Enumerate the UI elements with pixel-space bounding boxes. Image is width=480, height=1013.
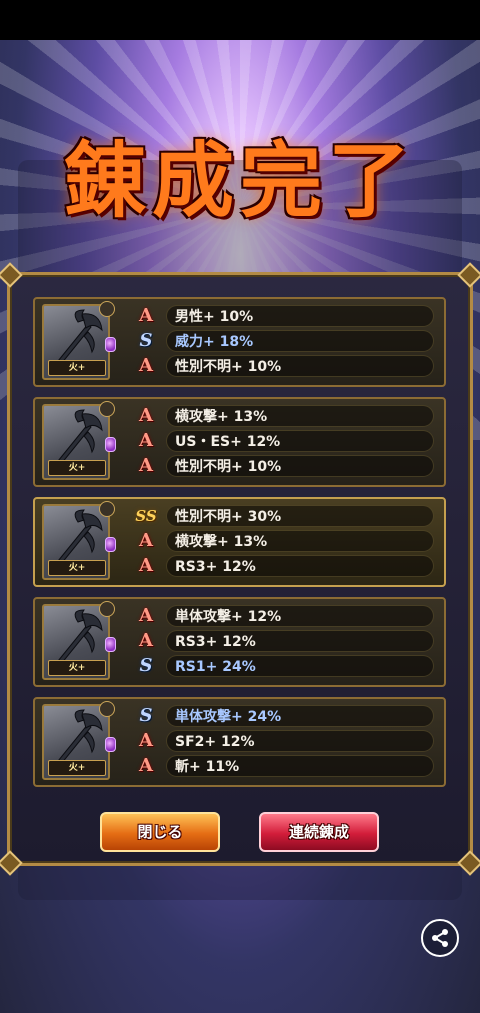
stat-text: SF2+ 12% bbox=[175, 734, 255, 750]
element-badge: 火+ bbox=[48, 760, 106, 776]
rank-badge: A bbox=[139, 755, 153, 776]
result-card: 火+ A 単体攻撃+ 12% A RS3+ 12% S RS1+ 24% bbox=[33, 597, 446, 687]
gem-icon bbox=[105, 637, 116, 652]
stat-text: 単体攻撃+ 12% bbox=[175, 609, 282, 625]
rank-badge: SS bbox=[135, 507, 157, 525]
stat-text: 横攻撃+ 13% bbox=[175, 409, 268, 425]
weapon-thumbnail: 火+ bbox=[42, 604, 110, 680]
result-banner: 錬成完了 bbox=[63, 133, 416, 229]
stat-line: 性別不明+ 10% bbox=[166, 455, 434, 477]
rank-badge: A bbox=[139, 555, 153, 576]
rank-badge: A bbox=[139, 530, 153, 551]
repeat-alchemy-button[interactable]: 連続錬成 bbox=[259, 812, 379, 852]
stat-text: 単体攻撃+ 24% bbox=[175, 709, 282, 725]
stat-text: 性別不明+ 10% bbox=[175, 459, 282, 475]
stat-text: 横攻撃+ 13% bbox=[175, 534, 268, 550]
rank-badge: A bbox=[139, 730, 153, 751]
stat-line: 性別不明+ 30% bbox=[166, 505, 434, 527]
rank-badge: S bbox=[139, 705, 153, 726]
rank-badge: A bbox=[139, 405, 153, 426]
stat-line: RS3+ 12% bbox=[166, 555, 434, 577]
stat-text: 威力+ 18% bbox=[175, 334, 254, 350]
stat-line: 性別不明+ 10% bbox=[166, 355, 434, 377]
element-badge: 火+ bbox=[48, 360, 106, 376]
stat-line: 斬+ 11% bbox=[166, 755, 434, 777]
rank-badge: S bbox=[139, 330, 153, 351]
socket-icon bbox=[99, 401, 115, 417]
stat-text: 男性+ 10% bbox=[175, 309, 254, 325]
rank-badge: A bbox=[139, 430, 153, 451]
result-card: 火+ SS 性別不明+ 30% A 横攻撃+ 13% A RS3+ 12% bbox=[33, 497, 446, 587]
weapon-thumbnail: 火+ bbox=[42, 404, 110, 480]
stat-text: 斬+ 11% bbox=[175, 759, 240, 775]
stat-line: 単体攻撃+ 24% bbox=[166, 705, 434, 727]
rank-badge: A bbox=[139, 630, 153, 651]
socket-icon bbox=[99, 701, 115, 717]
stat-line: 単体攻撃+ 12% bbox=[166, 605, 434, 627]
stat-text: RS3+ 12% bbox=[175, 634, 256, 650]
result-card: 火+ A 横攻撃+ 13% A US・ES+ 12% A 性別不明+ 10% bbox=[33, 397, 446, 487]
gem-icon bbox=[105, 337, 116, 352]
socket-icon bbox=[99, 601, 115, 617]
stat-text: 性別不明+ 30% bbox=[175, 509, 282, 525]
stat-line: RS1+ 24% bbox=[166, 655, 434, 677]
socket-icon bbox=[99, 301, 115, 317]
element-badge: 火+ bbox=[48, 660, 106, 676]
stat-line: 横攻撃+ 13% bbox=[166, 530, 434, 552]
rank-badge: A bbox=[139, 605, 153, 626]
gem-icon bbox=[105, 537, 116, 552]
result-card: 火+ S 単体攻撃+ 24% A SF2+ 12% A 斬+ 11% bbox=[33, 697, 446, 787]
socket-icon bbox=[99, 501, 115, 517]
stat-line: RS3+ 12% bbox=[166, 630, 434, 652]
rank-badge: A bbox=[139, 305, 153, 326]
weapon-thumbnail: 火+ bbox=[42, 304, 110, 380]
stat-line: 男性+ 10% bbox=[166, 305, 434, 327]
element-badge: 火+ bbox=[48, 460, 106, 476]
stat-line: 横攻撃+ 13% bbox=[166, 405, 434, 427]
element-badge: 火+ bbox=[48, 560, 106, 576]
stat-text: US・ES+ 12% bbox=[175, 434, 281, 450]
stat-text: RS3+ 12% bbox=[175, 559, 256, 575]
weapon-thumbnail: 火+ bbox=[42, 704, 110, 780]
share-icon bbox=[432, 929, 448, 947]
close-button[interactable]: 閉じる bbox=[100, 812, 220, 852]
weapon-thumbnail: 火+ bbox=[42, 504, 110, 580]
stat-line: 威力+ 18% bbox=[166, 330, 434, 352]
rank-badge: A bbox=[139, 455, 153, 476]
result-card: 火+ A 男性+ 10% S 威力+ 18% A 性別不明+ 10% bbox=[33, 297, 446, 387]
gem-icon bbox=[105, 437, 116, 452]
stat-line: SF2+ 12% bbox=[166, 730, 434, 752]
gem-icon bbox=[105, 737, 116, 752]
share-button[interactable] bbox=[421, 919, 459, 957]
stat-text: 性別不明+ 10% bbox=[175, 359, 282, 375]
stat-line: US・ES+ 12% bbox=[166, 430, 434, 452]
stat-text: RS1+ 24% bbox=[175, 659, 256, 675]
rank-badge: S bbox=[139, 655, 153, 676]
rank-badge: A bbox=[139, 355, 153, 376]
